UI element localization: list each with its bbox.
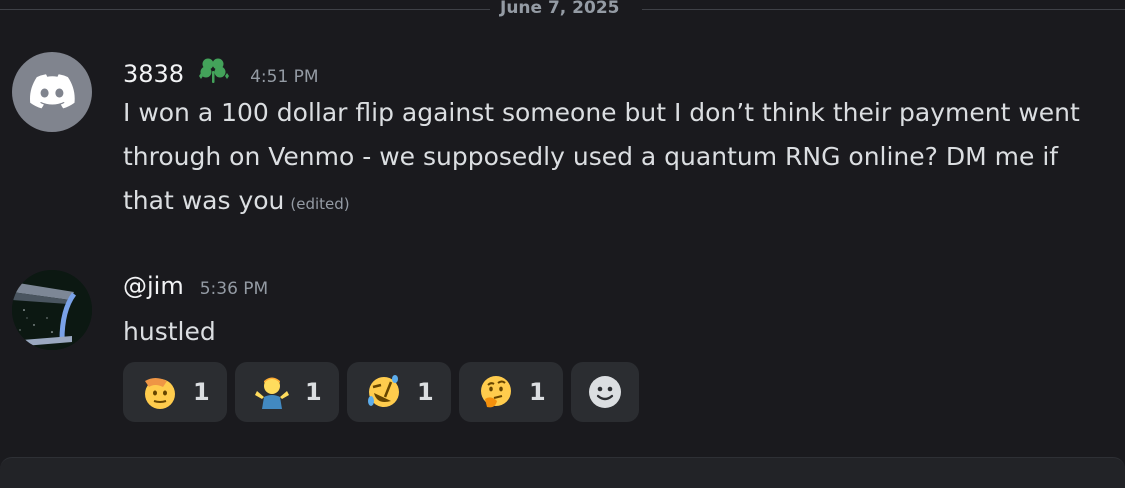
reaction-count: 1 [193, 378, 210, 406]
username[interactable]: 3838 [123, 60, 184, 88]
message-composer[interactable] [0, 457, 1125, 488]
reaction-rolling-laughing[interactable]: 1 [347, 362, 451, 422]
reaction-count: 1 [417, 378, 434, 406]
divider-line-right [642, 9, 1125, 10]
date-divider-label: June 7, 2025 [500, 0, 620, 18]
reaction-count: 1 [305, 378, 322, 406]
discord-logo-icon [30, 74, 75, 109]
avatar[interactable] [12, 270, 92, 350]
clover-badge-icon[interactable] [194, 56, 234, 86]
date-divider: June 7, 2025 [0, 0, 1125, 20]
saluting-face-icon [145, 378, 175, 409]
person-shrugging-icon [255, 377, 289, 409]
rolling-on-floor-laughing-icon [368, 375, 399, 407]
message-text: I won a 100 dollar flip against someone … [123, 98, 1080, 215]
message-content: hustled [123, 310, 1113, 354]
timestamp[interactable]: 5:36 PM [200, 279, 269, 299]
reaction-count: 1 [529, 378, 546, 406]
timestamp[interactable]: 4:51 PM [250, 67, 319, 87]
message-header: @jim 5:36 PM [123, 272, 268, 300]
reaction-person-shrugging[interactable]: 1 [235, 362, 339, 422]
add-reaction-smiley-icon [589, 376, 621, 408]
reactions-bar: 1 1 1 1 [123, 362, 639, 422]
add-reaction-button[interactable] [571, 362, 639, 422]
username[interactable]: @jim [123, 272, 184, 300]
avatar[interactable] [12, 52, 92, 132]
message-header: 3838 4:51 PM [123, 52, 319, 88]
message-content: I won a 100 dollar flip against someone … [123, 91, 1113, 226]
thinking-face-icon [481, 376, 511, 408]
reaction-thinking-face[interactable]: 1 [459, 362, 563, 422]
edited-label: (edited) [290, 195, 350, 213]
reaction-saluting-face[interactable]: 1 [123, 362, 227, 422]
divider-line-left [0, 9, 490, 10]
user-photo-avatar [12, 270, 92, 350]
message-text: hustled [123, 317, 216, 346]
